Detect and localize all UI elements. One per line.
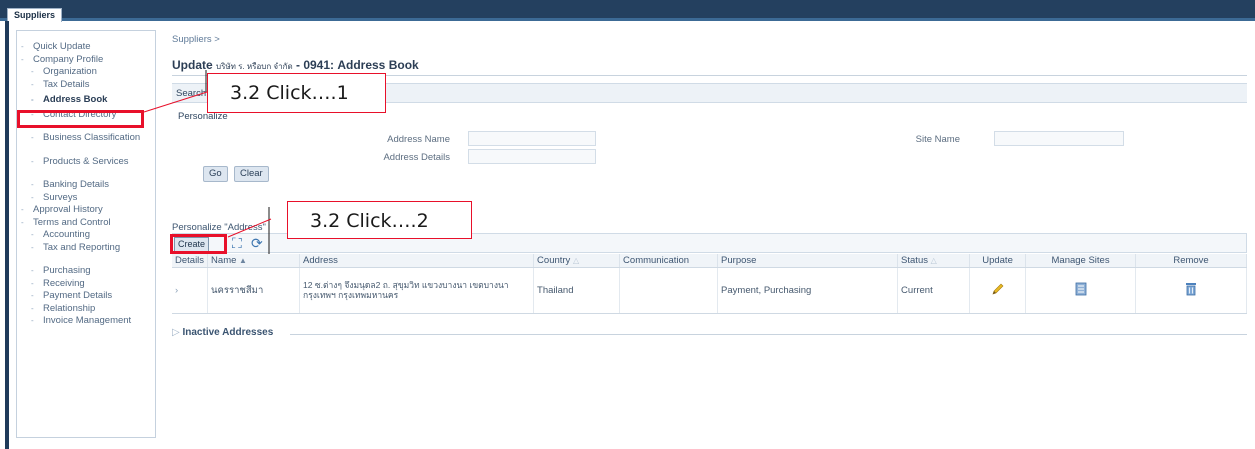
cell-status: Current <box>897 267 971 314</box>
col-update: Update <box>969 254 1027 268</box>
bullet-icon: - <box>31 94 34 104</box>
site-name-input[interactable] <box>994 131 1124 146</box>
trash-icon[interactable] <box>1184 281 1198 297</box>
sidebar-item-surveys[interactable]: - Surveys <box>17 192 155 203</box>
col-address: Address <box>299 254 535 268</box>
results-personalize-link[interactable]: Personalize "Address" <box>172 222 266 233</box>
cell-purpose: Payment, Purchasing <box>717 267 899 314</box>
sidebar-item-purchasing[interactable]: - Purchasing <box>17 265 155 276</box>
bullet-icon: - <box>31 67 34 76</box>
cell-name: นครราชสีมา <box>207 267 301 314</box>
callout-step-2: 3.2 Click….2 <box>287 201 472 239</box>
bullet-icon: - <box>21 217 24 227</box>
address-name-label: Address Name <box>387 134 450 145</box>
bullet-icon: - <box>31 230 34 239</box>
sidebar-item-relationship[interactable]: - Relationship <box>17 303 155 314</box>
expand-arrow-icon: ▷ <box>172 327 180 338</box>
pencil-icon[interactable] <box>990 281 1006 297</box>
sort-asc-icon: ▲ <box>239 255 247 265</box>
bullet-icon: - <box>31 156 34 166</box>
page-title: Update บริษัท ร. หรือบก จำกัด - 0941: Ad… <box>172 58 419 72</box>
sort-icon: △ <box>930 255 937 265</box>
bullet-icon: - <box>31 316 34 325</box>
sidebar-item-organization[interactable]: - Organization <box>17 66 155 77</box>
address-name-input[interactable] <box>468 131 596 146</box>
sidebar-item-company-profile[interactable]: - Company Profile <box>17 54 155 65</box>
bullet-icon: - <box>31 180 34 189</box>
col-purpose: Purpose <box>717 254 899 268</box>
sidebar-item-approval-history[interactable]: - Approval History <box>17 204 155 215</box>
left-border <box>5 21 9 449</box>
sidebar-item-accounting[interactable]: - Accounting <box>17 229 155 240</box>
sidebar-item-invoice-management[interactable]: - Invoice Management <box>17 315 155 337</box>
bullet-icon: - <box>31 266 34 275</box>
create-highlight <box>170 234 227 254</box>
sidebar: - Quick Update - Company Profile - Organiza… <box>16 30 156 438</box>
bullet-icon: - <box>31 303 34 313</box>
bullet-icon: - <box>31 192 34 202</box>
address-details-label: Address Details <box>383 152 450 163</box>
sidebar-item-address-book[interactable]: - Address Book <box>17 94 155 105</box>
sidebar-item-products-services[interactable]: - Products & Services <box>17 156 155 178</box>
col-remove: Remove <box>1135 254 1247 268</box>
expand-icon[interactable]: ⛶ <box>232 235 242 251</box>
sidebar-item-tax-details[interactable]: - Tax Details <box>17 79 155 90</box>
bullet-icon: - <box>31 278 34 288</box>
col-name[interactable]: Name ▲ <box>207 254 301 268</box>
sidebar-item-payment-details[interactable]: - Payment Details <box>17 290 155 301</box>
address-table: Details Name ▲ Address Country △ Communi… <box>172 254 1247 314</box>
sort-icon: △ <box>572 255 580 265</box>
details-toggle[interactable]: › <box>172 267 209 314</box>
bullet-icon: - <box>31 291 34 300</box>
col-details: Details <box>172 254 209 268</box>
col-communication: Communication <box>619 254 719 268</box>
bullet-icon: - <box>21 205 24 214</box>
clear-button[interactable]: Clear <box>234 166 269 182</box>
refresh-icon[interactable]: ⟳ <box>251 235 263 251</box>
bullet-icon: - <box>31 242 34 252</box>
table-row: › นครราชสีมา 12 ซ.ต่างๆ จึงมนุดล2 ถ. สุข… <box>172 267 1247 314</box>
manage-sites-icon[interactable] <box>1074 281 1088 297</box>
cell-address: 12 ซ.ต่างๆ จึงมนุดล2 ถ. สุขุมวิท แขวงบาง… <box>299 267 535 314</box>
col-country[interactable]: Country △ <box>533 254 621 268</box>
top-bar <box>0 0 1255 20</box>
inactive-divider <box>290 334 1247 335</box>
address-details-input[interactable] <box>468 149 596 164</box>
cell-country: Thailand <box>533 267 621 314</box>
bullet-icon: - <box>31 133 34 142</box>
address-book-highlight <box>17 110 144 128</box>
callout-step-1: 3.2 Click….1 <box>207 73 386 113</box>
tab-suppliers[interactable]: Suppliers <box>7 8 63 22</box>
sidebar-item-receiving[interactable]: - Receiving <box>17 278 155 289</box>
go-button[interactable]: Go <box>203 166 228 182</box>
site-name-label: Site Name <box>915 134 960 145</box>
bullet-icon: - <box>21 54 24 64</box>
bullet-icon: - <box>21 42 24 51</box>
sidebar-item-banking-details[interactable]: - Banking Details <box>17 179 155 190</box>
cell-communication <box>619 267 719 314</box>
sidebar-item-quick-update[interactable]: - Quick Update <box>17 41 155 52</box>
manage-sites-cell <box>1025 267 1137 314</box>
sidebar-item-business-classification[interactable]: - Business Classification <box>17 132 155 154</box>
sidebar-item-tax-and-reporting[interactable]: - Tax and Reporting <box>17 242 155 264</box>
inactive-addresses-toggle[interactable]: ▷ Inactive Addresses <box>172 327 273 338</box>
breadcrumb[interactable]: Suppliers > <box>172 34 220 45</box>
sidebar-item-terms-and-control[interactable]: - Terms and Control <box>17 217 155 228</box>
remove-cell <box>1135 267 1247 314</box>
bullet-icon: - <box>31 79 34 89</box>
col-manage-sites: Manage Sites <box>1025 254 1137 268</box>
update-cell <box>969 267 1027 314</box>
top-bar-accent <box>0 18 1255 21</box>
col-status[interactable]: Status △ <box>897 254 971 268</box>
